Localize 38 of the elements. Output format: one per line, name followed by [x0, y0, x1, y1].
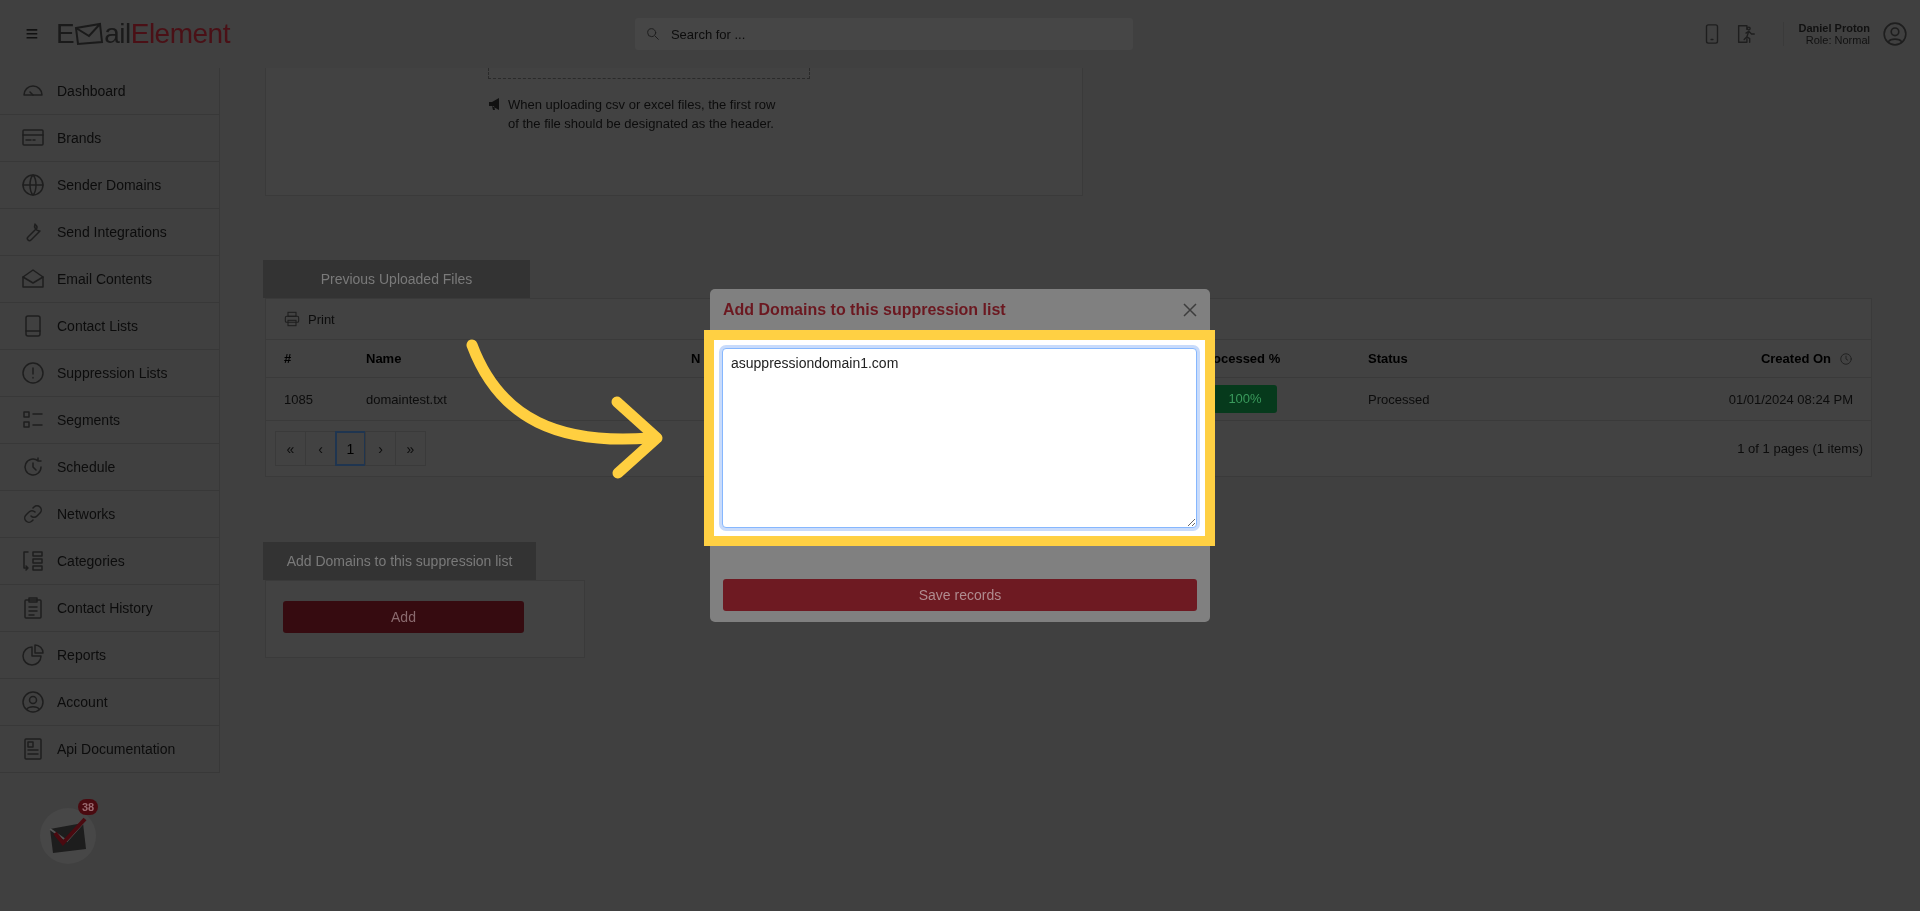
- add-button[interactable]: Add: [283, 601, 524, 633]
- globe-icon: [21, 173, 45, 197]
- modal-title: Add Domains to this suppression list: [723, 300, 1006, 319]
- search-field[interactable]: Search for ...: [634, 18, 1133, 50]
- notification-badge: 38: [78, 799, 99, 815]
- clock-arrow-icon: [21, 455, 45, 479]
- printer-icon: [284, 311, 300, 327]
- column-header[interactable]: #: [284, 351, 292, 366]
- document-icon: [21, 737, 45, 761]
- megaphone-icon: [488, 97, 502, 111]
- menu-button[interactable]: ≡: [22, 21, 42, 47]
- envelope-icon: [21, 267, 45, 291]
- alert-circle-icon: [21, 361, 45, 385]
- clipboard-icon: [21, 596, 45, 620]
- search-icon: [644, 26, 661, 42]
- progress-badge: 100%: [1213, 385, 1277, 413]
- panel-tab[interactable]: Previous Uploaded Files: [263, 260, 530, 298]
- save-button[interactable]: Save records: [723, 579, 1197, 611]
- column-header[interactable]: Status: [1368, 351, 1408, 366]
- link-icon: [21, 502, 45, 526]
- page-button[interactable]: ›: [365, 431, 396, 466]
- column-header[interactable]: Name: [366, 351, 402, 366]
- categories-icon: [21, 549, 45, 573]
- user-circle-icon: [21, 690, 45, 714]
- user-avatar-icon[interactable]: [1882, 21, 1908, 47]
- page-button[interactable]: »: [395, 431, 426, 466]
- page-button[interactable]: 1: [335, 431, 366, 466]
- column-header[interactable]: N: [691, 351, 701, 366]
- panel-tab[interactable]: Add Domains to this suppression list: [263, 542, 536, 580]
- drop-zone[interactable]: [488, 68, 810, 79]
- column-header[interactable]: ocessed %: [1213, 351, 1281, 366]
- page-button[interactable]: «: [275, 431, 306, 466]
- column-header[interactable]: Created On: [1760, 351, 1831, 366]
- page-button[interactable]: ‹: [305, 431, 336, 466]
- clock-icon[interactable]: [1839, 351, 1853, 366]
- domains-field[interactable]: asuppressiondomain1.com: [722, 348, 1197, 528]
- close-button[interactable]: [1182, 301, 1198, 318]
- pie-chart-icon: [21, 643, 45, 667]
